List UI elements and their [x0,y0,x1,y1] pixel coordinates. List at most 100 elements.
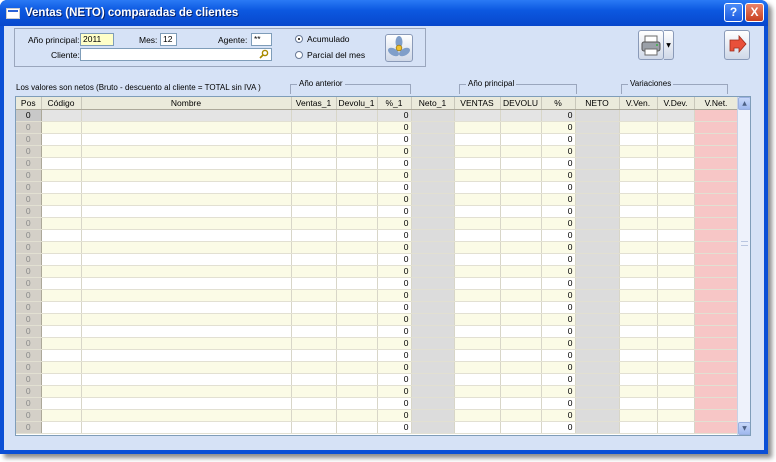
col-pos-cell[interactable]: 0 [16,313,42,326]
col-devolu-cell[interactable] [500,421,542,434]
col-ventas-cell[interactable] [454,349,501,362]
col-v-net-cell[interactable] [694,217,739,230]
col-ventas-cell[interactable] [454,121,501,134]
col-pos-cell[interactable]: 0 [16,169,42,182]
col-devolu-1-cell[interactable] [336,337,378,350]
table-row[interactable]: 0 0 0 [16,373,739,386]
col-pct-1-cell[interactable]: 0 [377,253,412,266]
col-ventas-1-cell[interactable] [291,253,337,266]
col-v-ven-cell[interactable] [619,277,658,290]
col-ventas-cell[interactable] [454,241,501,254]
col-ventas-1-cell[interactable] [291,337,337,350]
col-neto-1-cell[interactable] [411,121,455,134]
col-neto-cell[interactable] [575,133,620,146]
col-pos-cell[interactable]: 0 [16,193,42,206]
col-pct-cell[interactable]: 0 [541,265,576,278]
col-pct-cell[interactable]: 0 [541,397,576,410]
print-button[interactable] [638,30,664,60]
col-devolu-1-cell[interactable] [336,409,378,422]
col-devolu-1-cell[interactable] [336,145,378,158]
col-ventas-1-cell[interactable] [291,145,337,158]
col-pct-cell[interactable]: 0 [541,361,576,374]
col-v-dev-cell[interactable] [657,421,695,434]
col-neto-cell[interactable] [575,121,620,134]
col-devolu-1-cell[interactable] [336,253,378,266]
col-v-net-cell[interactable] [694,205,739,218]
col-codigo-cell[interactable] [41,325,82,338]
col-pct-cell[interactable]: 0 [541,229,576,242]
col-v-dev-cell[interactable] [657,313,695,326]
col-devolu-cell[interactable] [500,109,542,122]
col-ventas-cell[interactable] [454,373,501,386]
table-row[interactable]: 0 0 0 [16,241,739,254]
col-neto-1-cell[interactable] [411,421,455,434]
col-ventas-1-cell[interactable] [291,217,337,230]
col-nombre-cell[interactable] [81,301,292,314]
col-pct-1-cell[interactable]: 0 [377,373,412,386]
col-ventas-cell[interactable] [454,361,501,374]
col-nombre-cell[interactable] [81,229,292,242]
col-devolu-cell[interactable] [500,217,542,230]
col-pos-cell[interactable]: 0 [16,109,42,122]
col-pct-1-cell[interactable]: 0 [377,313,412,326]
col-pos-cell[interactable]: 0 [16,301,42,314]
col-v-net-cell[interactable] [694,253,739,266]
table-row[interactable]: 0 0 0 [16,193,739,206]
col-v-net-cell[interactable] [694,277,739,290]
col-v-ven-cell[interactable] [619,421,658,434]
col-v-dev-cell[interactable] [657,157,695,170]
col-pct-cell[interactable]: 0 [541,409,576,422]
col-pct-cell[interactable]: 0 [541,121,576,134]
col-pos-cell[interactable]: 0 [16,373,42,386]
col-devolu-cell[interactable] [500,205,542,218]
acumulado-radio[interactable] [295,35,303,43]
table-row[interactable]: 0 0 0 [16,361,739,374]
col-nombre-cell[interactable] [81,205,292,218]
col-nombre-cell[interactable] [81,349,292,362]
col-ventas-cell[interactable] [454,193,501,206]
col-ventas-cell[interactable] [454,253,501,266]
col-v-dev-cell[interactable] [657,337,695,350]
col-v-ven-cell[interactable] [619,157,658,170]
col-devolu-cell[interactable] [500,409,542,422]
col-v-dev-cell[interactable] [657,277,695,290]
col-devolu-1-cell[interactable] [336,217,378,230]
col-neto-1-cell[interactable] [411,193,455,206]
col-devolu-1-cell[interactable] [336,193,378,206]
col-v-net-cell[interactable] [694,109,739,122]
col-devolu-cell[interactable] [500,313,542,326]
col-devolu-1-cell[interactable] [336,265,378,278]
col-v-dev-header[interactable]: V.Dev. [657,97,695,110]
col-ventas-1-cell[interactable] [291,277,337,290]
col-v-net-cell[interactable] [694,289,739,302]
col-codigo-cell[interactable] [41,349,82,362]
col-pct-cell[interactable]: 0 [541,289,576,302]
col-ventas-cell[interactable] [454,277,501,290]
col-pct-1-cell[interactable]: 0 [377,325,412,338]
col-neto-1-cell[interactable] [411,409,455,422]
col-devolu-cell[interactable] [500,181,542,194]
col-devolu-cell[interactable] [500,397,542,410]
cliente-input[interactable] [80,48,272,61]
col-devolu-1-cell[interactable] [336,109,378,122]
col-v-net-cell[interactable] [694,181,739,194]
col-pct-1-cell[interactable]: 0 [377,277,412,290]
col-v-net-cell[interactable] [694,265,739,278]
col-v-dev-cell[interactable] [657,229,695,242]
col-neto-cell[interactable] [575,325,620,338]
col-neto-1-cell[interactable] [411,325,455,338]
col-codigo-cell[interactable] [41,373,82,386]
col-ventas-cell[interactable] [454,217,501,230]
col-v-net-header[interactable]: V.Net. [694,97,739,110]
col-ventas-cell[interactable] [454,169,501,182]
col-devolu-cell[interactable] [500,373,542,386]
table-row[interactable]: 0 0 0 [16,349,739,362]
col-v-net-cell[interactable] [694,145,739,158]
col-nombre-cell[interactable] [81,253,292,266]
col-nombre-cell[interactable] [81,361,292,374]
col-devolu-1-header[interactable]: Devolu_1 [336,97,378,110]
col-devolu-cell[interactable] [500,337,542,350]
col-v-net-cell[interactable] [694,133,739,146]
col-neto-cell[interactable] [575,349,620,362]
print-dropdown-button[interactable]: ▼ [664,30,674,60]
